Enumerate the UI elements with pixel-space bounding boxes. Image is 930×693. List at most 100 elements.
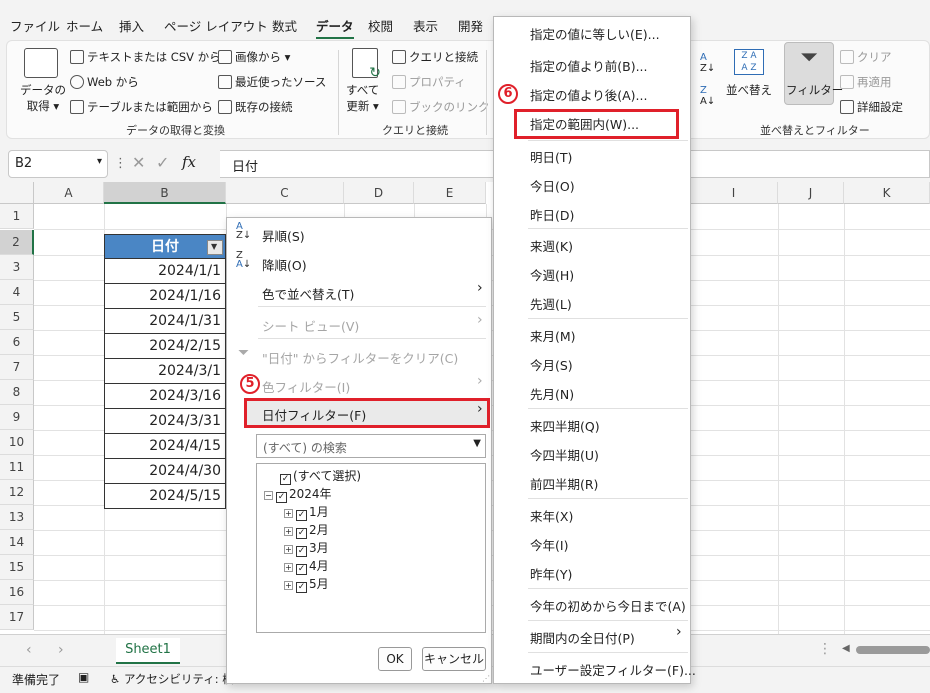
row-header[interactable]: 13 [0,505,34,530]
tab-file[interactable]: ファイル [10,16,60,35]
properties-button[interactable]: プロパティ [392,74,466,90]
menu-sort-by-color[interactable]: 色で並べ替え(T) [262,284,354,303]
checkbox-checked-icon[interactable]: ✓ [276,492,287,503]
menu-color-filter[interactable]: 色フィルター(I) [262,377,350,396]
table-cell[interactable]: 2024/1/16 [104,284,226,309]
date-filter-option[interactable]: 期間内の全日付(P) [530,628,635,647]
row-header[interactable]: 12 [0,480,34,505]
expand-icon[interactable]: + [284,509,293,518]
row-header[interactable]: 1 [0,204,34,229]
date-filter-option[interactable]: 今週(H) [530,265,574,284]
date-filter-option[interactable]: 来週(K) [530,236,573,255]
expand-icon[interactable]: + [284,563,293,572]
tab-view[interactable]: 表示 [413,16,438,35]
advanced-button[interactable]: 詳細設定 [840,99,903,115]
checkbox-checked-icon[interactable]: ✓ [296,564,307,575]
accessibility-status[interactable]: ♿ アクセシビリティ: 検 [110,671,234,687]
row-header[interactable]: 16 [0,580,34,605]
date-filter-option[interactable]: 昨日(D) [530,205,574,224]
web-button[interactable]: Web から [70,74,139,90]
expand-icon[interactable]: + [284,581,293,590]
column-header-e[interactable]: E [414,182,486,204]
expand-icon[interactable]: + [284,545,293,554]
table-cell[interactable]: 2024/3/1 [104,359,226,384]
date-filter-option[interactable]: 今四半期(U) [530,445,599,464]
row-header[interactable]: 3 [0,255,34,280]
table-cell[interactable]: 2024/5/15 [104,484,226,509]
text-csv-button[interactable]: テキストまたは CSV から [70,49,221,65]
date-filter-option[interactable]: 来月(M) [530,326,576,345]
tree-select-all[interactable]: ✓ (すべて選択) [280,467,361,485]
tab-review[interactable]: 校閲 [368,16,393,35]
tree-month[interactable]: + ✓ 4月 [284,557,329,575]
cancel-button[interactable]: キャンセル [422,647,486,671]
tab-home[interactable]: ホーム [66,16,103,35]
date-filter-option[interactable]: 明日(T) [530,147,572,166]
sheet-tab-sheet1[interactable]: Sheet1 [116,638,180,664]
select-all-corner[interactable] [0,182,34,204]
tab-formulas[interactable]: 数式 [272,16,297,35]
next-sheet-icon[interactable]: › [58,642,64,658]
date-filter-option[interactable]: 来年(X) [530,506,573,525]
row-header[interactable]: 8 [0,380,34,405]
tab-insert[interactable]: 挿入 [119,16,144,35]
column-header-k[interactable]: K [844,182,930,204]
prev-sheet-icon[interactable]: ‹ [26,642,32,658]
date-filter-option[interactable]: 今年の初めから今日まで(A) [530,596,686,615]
date-filter-option[interactable]: 前四半期(R) [530,474,598,493]
image-from-button[interactable]: 画像から ▾ [218,49,290,65]
collapse-icon[interactable]: − [264,491,273,500]
table-cell[interactable]: 2024/1/1 [104,259,226,284]
column-header-j[interactable]: J [778,182,844,204]
tree-month[interactable]: + ✓ 1月 [284,503,329,521]
name-box[interactable]: B2 ▾ [8,150,108,178]
row-header[interactable]: 9 [0,405,34,430]
date-filter-option[interactable]: 今日(O) [530,176,575,195]
refresh-all-button[interactable]: すべて 更新 ▾ [346,82,379,114]
filter-search-input[interactable]: (すべて) の検索 ▼ [256,434,486,458]
date-filter-option[interactable]: 今年(I) [530,535,568,554]
queries-connections-button[interactable]: クエリと接続 [392,49,478,65]
menu-sheet-view[interactable]: シート ビュー(V) [262,316,359,335]
tab-developer[interactable]: 開発 [458,16,483,35]
date-filter-option[interactable]: 今月(S) [530,355,573,374]
date-filter-option[interactable]: 昨年(Y) [530,564,572,583]
checkbox-checked-icon[interactable]: ✓ [296,510,307,521]
scroll-left-icon[interactable]: ◀ [842,643,850,654]
table-cell[interactable]: 2024/4/30 [104,459,226,484]
more-options-icon[interactable]: ⋮ [818,641,832,657]
date-filter-option[interactable]: 指定の値に等しい(E)... [530,24,660,43]
book-links-button[interactable]: ブックのリンク [392,99,490,115]
date-filter-option[interactable]: 指定の値より前(B)... [530,56,648,75]
row-header[interactable]: 14 [0,530,34,555]
sort-button[interactable]: 並べ替え [726,82,772,98]
sort-az-button[interactable]: A Z↓ Z A↓ [700,52,715,107]
menu-sort-descending[interactable]: 降順(O) [262,255,307,274]
horizontal-scrollbar[interactable] [856,646,930,654]
row-header[interactable]: 11 [0,455,34,480]
date-filter-option[interactable]: 先月(N) [530,384,574,403]
checkbox-checked-icon[interactable]: ✓ [280,474,291,485]
table-range-button[interactable]: テーブルまたは範囲から [70,99,213,115]
tab-page-layout[interactable]: ページ レイアウト [164,16,268,35]
table-cell[interactable]: 2024/4/15 [104,434,226,459]
row-header[interactable]: 5 [0,305,34,330]
tree-month[interactable]: + ✓ 5月 [284,575,329,593]
tab-data[interactable]: データ [316,16,354,39]
table-cell[interactable]: 2024/2/15 [104,334,226,359]
row-header[interactable]: 7 [0,355,34,380]
tree-month[interactable]: + ✓ 2月 [284,521,329,539]
tree-month[interactable]: + ✓ 3月 [284,539,329,557]
date-filter-option[interactable]: 指定の値より後(A)... [530,85,647,104]
tree-year-2024[interactable]: − ✓ 2024年 [264,485,332,503]
column-header-i[interactable]: I [690,182,778,204]
macro-record-icon[interactable]: ▣ [78,670,89,684]
row-header[interactable]: 2 [0,230,34,255]
insert-function-icon[interactable]: fx [182,153,196,171]
row-header[interactable]: 4 [0,280,34,305]
row-header[interactable]: 10 [0,430,34,455]
existing-connections-button[interactable]: 既存の接続 [218,99,293,115]
date-filter-option[interactable]: 来四半期(Q) [530,416,600,435]
resize-grip-icon[interactable]: ⋰ [482,674,490,683]
expand-icon[interactable]: + [284,527,293,536]
